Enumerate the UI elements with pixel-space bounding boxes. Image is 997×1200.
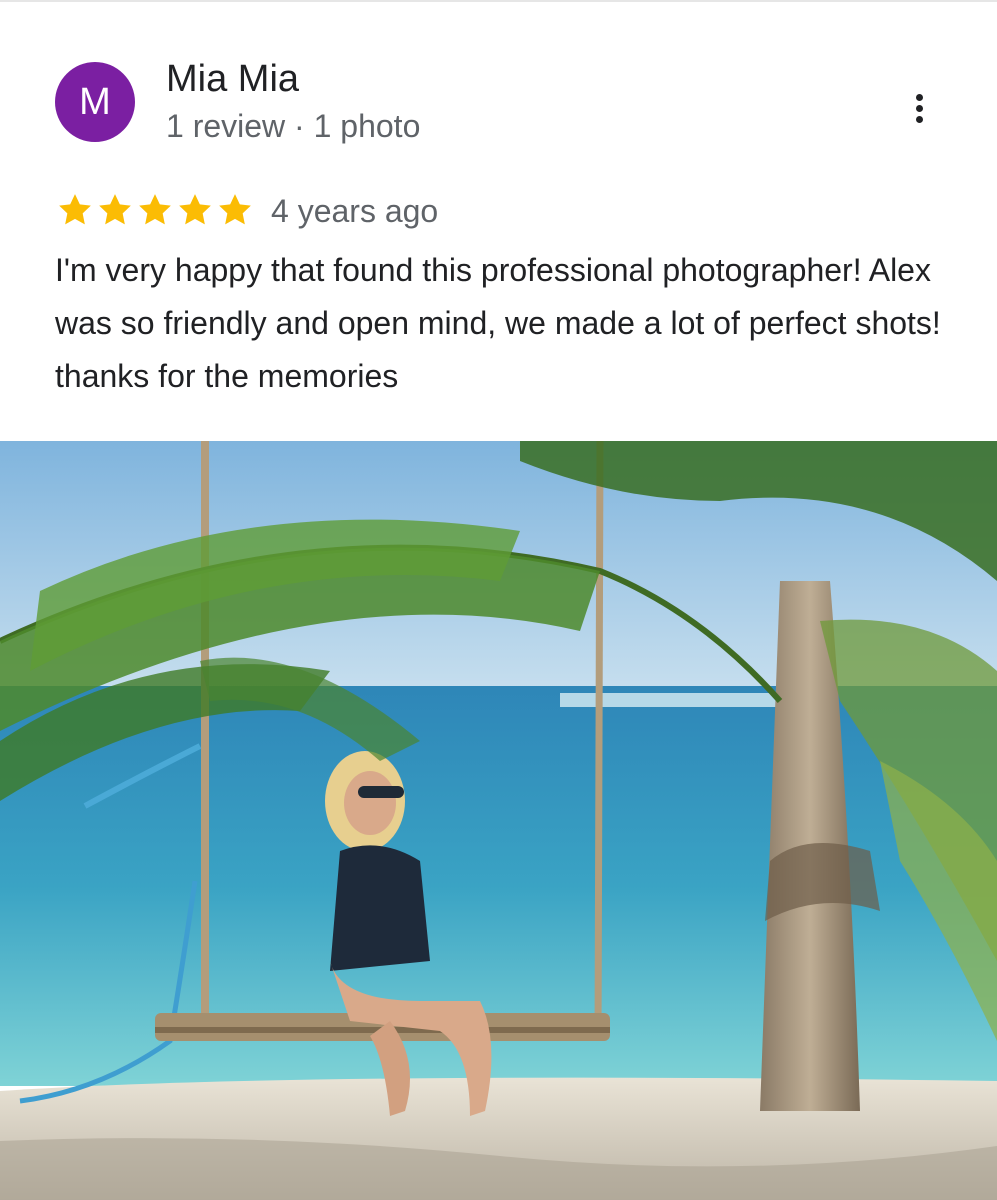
- more-vert-icon-dot: [916, 105, 923, 112]
- review-photo[interactable]: [0, 441, 997, 1200]
- review-time: 4 years ago: [271, 193, 439, 229]
- star-icon: [99, 194, 131, 225]
- more-options-button[interactable]: [898, 84, 942, 132]
- reviewer-name[interactable]: Mia Mia: [166, 58, 299, 101]
- reviewer-avatar[interactable]: M: [55, 62, 135, 142]
- star-icon: [219, 194, 251, 225]
- review-text: I'm very happy that found this professio…: [55, 252, 941, 394]
- star-icon: [179, 194, 211, 225]
- star-rating: [55, 190, 255, 230]
- reviewer-meta: 1 review · 1 photo: [166, 108, 421, 144]
- star-icon: [59, 194, 91, 225]
- more-vert-icon-dot: [916, 116, 923, 123]
- top-divider: [0, 0, 997, 2]
- beach-swing-photo: [0, 441, 997, 1200]
- more-vert-icon-dot: [916, 94, 923, 101]
- star-icon: [139, 194, 171, 225]
